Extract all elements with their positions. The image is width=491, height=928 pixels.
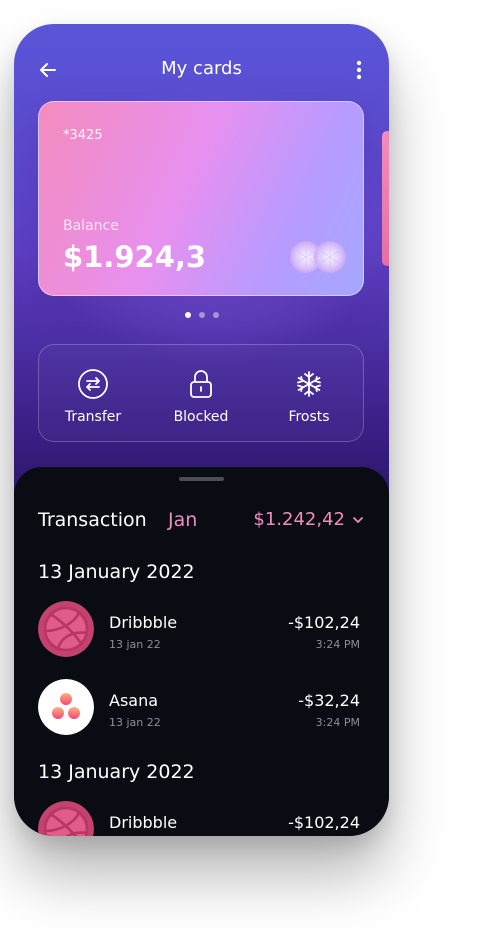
month-filter[interactable]: Jan	[168, 509, 197, 531]
transfer-label: Transfer	[64, 409, 122, 425]
transactions-title: Transaction	[38, 509, 147, 531]
balance-label: Balance	[63, 218, 119, 234]
asana-icon	[38, 679, 94, 735]
lock-icon	[190, 370, 212, 398]
dribbble-icon	[38, 801, 94, 836]
card-actions: Transfer Blocked Frosts	[38, 344, 364, 442]
transaction-row[interactable]: Dribbble -$102,24	[38, 801, 360, 836]
transaction-date: 13 jan 22	[109, 716, 161, 729]
frosts-label: Frosts	[288, 409, 330, 425]
transfer-button[interactable]: Transfer	[39, 345, 147, 441]
sheet-drag-handle[interactable]	[179, 477, 224, 481]
transactions-header: Transaction Jan $1.242,42	[38, 507, 365, 535]
more-vertical-icon	[356, 60, 362, 80]
transaction-amount: -$102,24	[288, 813, 360, 832]
transaction-name: Asana	[109, 691, 159, 710]
page-title: My cards	[161, 58, 242, 79]
date-heading: 13 January 2022	[38, 761, 195, 783]
balance-value: $1.924,3	[63, 240, 207, 274]
next-card-peek[interactable]	[382, 131, 389, 266]
transaction-time: 3:24 PM	[315, 638, 360, 651]
frosts-button[interactable]: Frosts	[255, 345, 363, 441]
transaction-row[interactable]: Dribbble 13 jan 22 -$102,24 3:24 PM	[38, 601, 360, 657]
more-options-button[interactable]	[349, 56, 369, 84]
snowflake-icon	[297, 371, 321, 397]
transaction-date: 13 jan 22	[109, 638, 161, 651]
transaction-time: 3:24 PM	[315, 716, 360, 729]
card-brand-logo	[290, 241, 346, 273]
transaction-name: Dribbble	[109, 613, 178, 632]
transaction-row[interactable]: Asana 13 jan 22 -$32,24 3:24 PM	[38, 679, 360, 735]
pager-dot[interactable]	[184, 312, 191, 318]
phone-screen: My cards *3425 Balance $1.924,3 Transfer…	[14, 24, 389, 836]
chevron-down-icon[interactable]	[351, 513, 365, 527]
transactions-total: $1.242,42	[253, 509, 345, 530]
card-pager	[14, 312, 389, 318]
date-heading: 13 January 2022	[38, 561, 195, 583]
transactions-sheet: Transaction Jan $1.242,42 13 January 202…	[14, 467, 389, 836]
transfer-icon	[78, 369, 108, 399]
dribbble-icon	[38, 601, 94, 657]
transaction-name: Dribbble	[109, 813, 178, 832]
transaction-amount: -$32,24	[298, 691, 360, 710]
blocked-label: Blocked	[173, 409, 229, 425]
top-bar: My cards	[14, 54, 389, 86]
blocked-button[interactable]: Blocked	[147, 345, 255, 441]
card-number: *3425	[63, 128, 103, 143]
pager-dot[interactable]	[212, 312, 219, 318]
pager-dot[interactable]	[198, 312, 205, 318]
transaction-amount: -$102,24	[288, 613, 360, 632]
bank-card[interactable]: *3425 Balance $1.924,3	[38, 101, 364, 296]
